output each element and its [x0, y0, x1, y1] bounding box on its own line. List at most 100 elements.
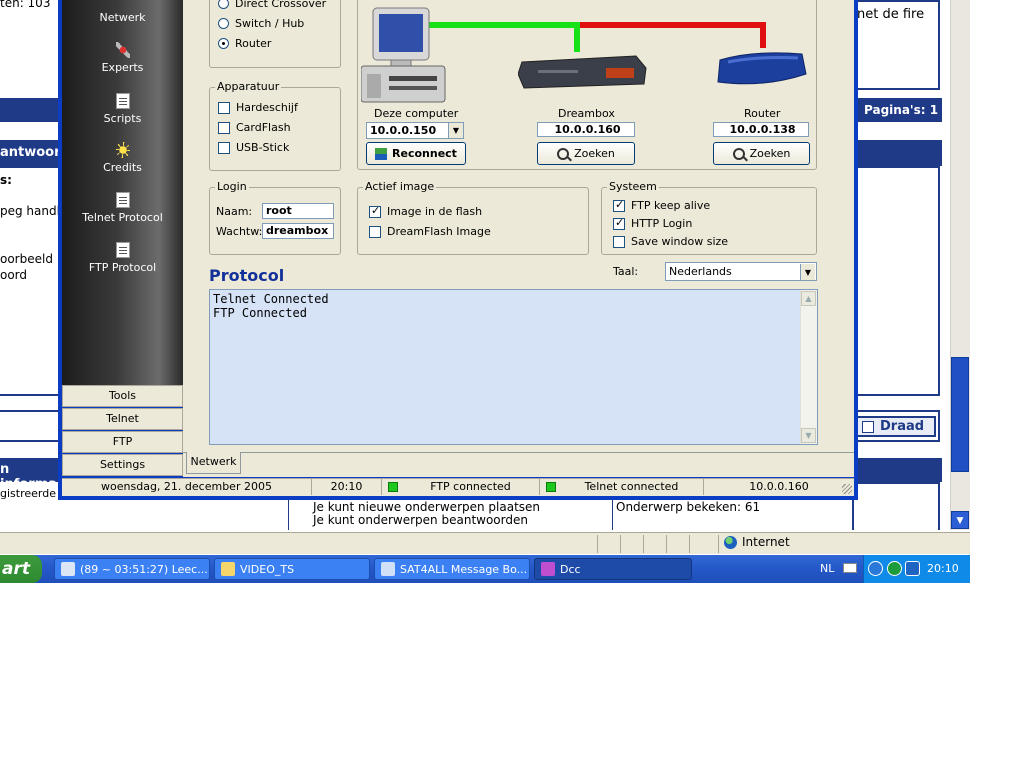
radio-switch-hub[interactable]: Switch / Hub: [218, 17, 304, 30]
checkbox-checked[interactable]: [369, 204, 381, 218]
status-divider: [643, 535, 644, 553]
taskbar-item-label: VIDEO_TS: [240, 562, 295, 576]
forum-right-text: net de fire: [857, 7, 925, 22]
chevron-down-icon[interactable]: ▼: [800, 264, 815, 280]
checkbox-image-in-flash[interactable]: Image in de flash: [369, 204, 482, 218]
tray-back-icon[interactable]: [868, 561, 883, 576]
scroll-up-arrow-icon[interactable]: ▲: [801, 291, 816, 306]
folder-icon: [221, 562, 235, 576]
forum-post-box-right: [852, 166, 940, 396]
keyboard-icon[interactable]: [843, 563, 857, 573]
forum-box-bottom-left: [0, 410, 60, 442]
status-date: woensdag, 21. december 2005: [62, 479, 312, 495]
protocol-log[interactable]: Telnet Connected FTP Connected: [209, 289, 818, 445]
browser-status-bar: [0, 532, 970, 554]
username-label: Naam:: [216, 205, 253, 218]
checkbox-label: DreamFlash Image: [387, 225, 491, 238]
forum-divider-1: [288, 498, 289, 530]
systeem-group-title: Systeem: [607, 180, 659, 193]
checkbox-label: USB-Stick: [236, 141, 290, 154]
checkbox-usb-stick[interactable]: USB-Stick: [218, 141, 289, 154]
scroll-down-arrow-icon[interactable]: ▼: [801, 428, 816, 443]
forum-line-handl: peg handl: [0, 204, 60, 218]
router-search-button[interactable]: Zoeken: [713, 142, 810, 165]
checkbox-cardflash[interactable]: CardFlash: [218, 121, 291, 134]
checkbox-checked[interactable]: [613, 198, 625, 212]
status-divider: [689, 535, 690, 553]
checkbox[interactable]: [369, 225, 381, 238]
checkbox-save-window-size[interactable]: Save window size: [613, 235, 728, 248]
sidebar-item-experts[interactable]: Experts: [62, 42, 183, 74]
sidebar-item-ftp-protocol[interactable]: FTP Protocol: [62, 242, 183, 274]
radio-direct-crossover[interactable]: Direct Crossover: [218, 0, 326, 10]
magnifier-icon: [732, 147, 745, 160]
resize-grip-icon[interactable]: [842, 484, 852, 494]
browser-scroll-thumb[interactable]: [951, 357, 969, 472]
status-divider: [718, 535, 719, 553]
red-connection-line-down: [760, 22, 766, 48]
computer-ip-value: 10.0.0.150: [370, 124, 437, 137]
checkbox[interactable]: [218, 101, 230, 114]
language-indicator[interactable]: NL: [820, 562, 834, 575]
radio-label: Switch / Hub: [235, 17, 305, 30]
forum-line-voorbeeld: oorbeeld: [0, 252, 53, 266]
checkbox-hardeschijf[interactable]: Hardeschijf: [218, 101, 298, 114]
tray-network-icon[interactable]: [887, 561, 902, 576]
draad-button[interactable]: Draad: [856, 416, 936, 437]
checkbox-label: Hardeschijf: [236, 101, 298, 114]
checkbox[interactable]: [218, 141, 230, 154]
sidebar-item-label: Telnet Protocol: [82, 211, 163, 224]
checkbox[interactable]: [218, 121, 230, 134]
sidebar-button-settings[interactable]: Settings: [62, 454, 183, 476]
checkbox-dreamflash-image[interactable]: DreamFlash Image: [369, 225, 491, 238]
sidebar-item-scripts[interactable]: Scripts: [62, 93, 183, 125]
password-field[interactable]: dreambox: [262, 223, 334, 239]
status-ftp: FTP connected: [402, 479, 540, 495]
checkbox[interactable]: [613, 235, 625, 248]
taskbar-item-label: Dcc: [560, 562, 581, 576]
radio-button-selected[interactable]: [218, 38, 229, 49]
checkbox-checked[interactable]: [613, 216, 625, 230]
checkbox-ftp-keep-alive[interactable]: FTP keep alive: [613, 198, 710, 212]
log-scrollbar[interactable]: [800, 290, 817, 444]
status-divider: [666, 535, 667, 553]
forum-info-heading: n informa: [0, 458, 60, 492]
sidebar-button-telnet[interactable]: Telnet: [62, 408, 183, 430]
chevron-down-icon[interactable]: ▼: [448, 123, 463, 138]
taskbar-item-sat4all[interactable]: SAT4ALL Message Bo...: [374, 558, 530, 580]
router-icon: [714, 48, 808, 90]
forum-divider-2: [612, 498, 613, 530]
satellite-icon: [541, 562, 555, 576]
sidebar-item-label: Netwerk: [99, 11, 146, 24]
tools-icon: [115, 42, 130, 58]
reconnect-button[interactable]: Reconnect: [366, 142, 466, 165]
dreambox-ip-field[interactable]: 10.0.0.160: [537, 122, 635, 137]
sidebar-item-credits[interactable]: Credits: [62, 142, 183, 174]
radio-router[interactable]: Router: [218, 37, 271, 50]
tab-netwerk[interactable]: Netwerk: [186, 452, 241, 474]
start-button[interactable]: art: [0, 555, 42, 583]
radio-button[interactable]: [218, 0, 229, 9]
sidebar-item-netwerk[interactable]: Netwerk: [62, 11, 183, 24]
globe-icon: [724, 535, 737, 549]
taskbar-clock: 20:10: [927, 562, 959, 575]
scroll-down-arrow-icon[interactable]: ▼: [951, 511, 969, 529]
tray-speaker-icon[interactable]: [905, 561, 920, 576]
sidebar-top-fragment: [62, 0, 183, 6]
sidebar-button-tools[interactable]: Tools: [62, 385, 183, 407]
taskbar-item-video-ts[interactable]: VIDEO_TS: [214, 558, 370, 580]
username-field[interactable]: root: [262, 203, 334, 219]
checkbox-label: Save window size: [631, 235, 729, 248]
router-ip-field[interactable]: 10.0.0.138: [713, 122, 809, 137]
checkbox-http-login[interactable]: HTTP Login: [613, 216, 692, 230]
sidebar-item-telnet-protocol[interactable]: Telnet Protocol: [62, 192, 183, 224]
sidebar-button-ftp[interactable]: FTP: [62, 431, 183, 453]
taskbar-item-leech[interactable]: (89 ~ 03:51:27) Leec...: [54, 558, 210, 580]
dreambox-search-button[interactable]: Zoeken: [537, 142, 635, 165]
radio-button[interactable]: [218, 18, 229, 29]
login-group: [209, 187, 341, 255]
taskbar-item-dcc[interactable]: Dcc: [534, 558, 692, 580]
computer-label: Deze computer: [374, 107, 459, 120]
draad-button-label: Draad: [880, 419, 925, 434]
language-select[interactable]: Nederlands: [665, 262, 817, 281]
